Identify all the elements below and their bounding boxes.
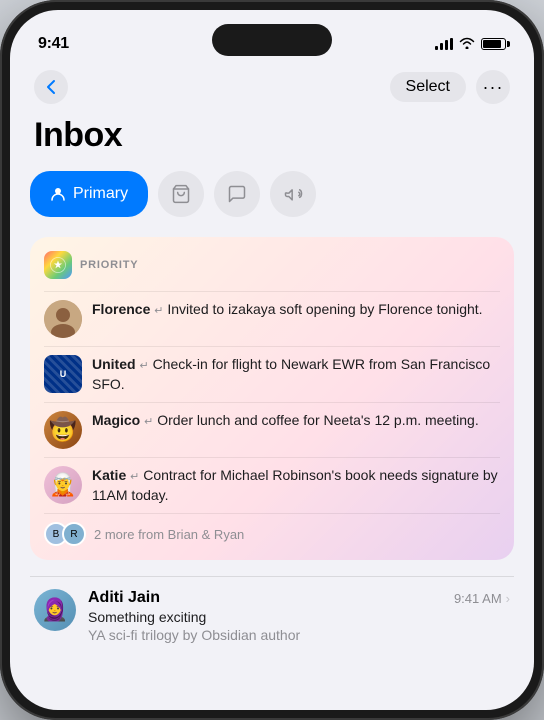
priority-icon (44, 251, 72, 279)
page-title: Inbox (30, 116, 514, 155)
priority-item-magico[interactable]: 🤠 Magico ↵ Order lunch and coffee for Ne… (44, 402, 500, 457)
back-button[interactable] (34, 70, 68, 104)
priority-item-united[interactable]: U United ↵ Check-in for flight to Newark… (44, 346, 500, 402)
tab-shopping[interactable] (158, 171, 204, 217)
category-tabs: Primary (30, 171, 514, 217)
chevron-right-icon: › (506, 591, 510, 606)
battery-icon (481, 38, 506, 50)
status-icons (435, 37, 506, 52)
florence-sender: Florence (92, 301, 150, 317)
aditi-avatar-emoji: 🧕 (41, 597, 68, 623)
reply-indicator-united: ↵ (139, 360, 148, 372)
florence-email-text: Florence ↵ Invited to izakaya soft openi… (92, 300, 500, 320)
avatar-aditi: 🧕 (34, 589, 76, 631)
united-preview: Check-in for flight to Newark EWR from S… (92, 356, 490, 392)
signal-bars-icon (435, 38, 453, 50)
wifi-icon (459, 37, 475, 52)
star-circle-icon (49, 256, 67, 274)
more-from-text: 2 more from Brian & Ryan (94, 527, 244, 542)
reply-indicator-florence: ↵ (154, 305, 163, 317)
brian-initial: B (53, 529, 60, 540)
priority-card: PRIORITY Florence ↵ Invited to (30, 237, 514, 560)
status-time: 9:41 (38, 35, 69, 53)
magico-preview: Order lunch and coffee for Neeta's 12 p.… (157, 412, 478, 428)
united-logo-text: U (60, 369, 67, 379)
aditi-email-header: Aditi Jain 9:41 AM › (88, 589, 510, 607)
primary-tab-label: Primary (73, 185, 128, 203)
katie-email-text: Katie ↵ Contract for Michael Robinson's … (92, 466, 500, 505)
tab-promotions[interactable] (270, 171, 316, 217)
avatar-katie: 🧝 (44, 466, 82, 504)
nav-actions: Select ··· (390, 70, 510, 104)
battery-fill (483, 40, 501, 48)
dynamic-island (212, 24, 332, 56)
more-from-row[interactable]: B R 2 more from Brian & Ryan (44, 513, 500, 550)
bar4 (450, 38, 453, 50)
more-dots-icon: ··· (483, 78, 504, 96)
magico-sender: Magico (92, 412, 140, 428)
bar1 (435, 46, 438, 50)
phone-frame: 9:41 (0, 0, 544, 720)
reply-indicator-magico: ↵ (144, 416, 153, 428)
chat-icon (227, 184, 247, 204)
aditi-time-text: 9:41 AM (454, 591, 502, 606)
avatar-ryan: R (62, 522, 86, 546)
priority-label: PRIORITY (80, 259, 138, 271)
katie-avatar-emoji: 🧝 (49, 472, 76, 498)
katie-sender: Katie (92, 467, 126, 483)
avatar-united: U (44, 355, 82, 393)
back-chevron-icon (46, 79, 56, 95)
select-button[interactable]: Select (390, 72, 466, 102)
avatar-stack: B R (44, 522, 86, 546)
tab-messages[interactable] (214, 171, 260, 217)
magico-email-text: Magico ↵ Order lunch and coffee for Neet… (92, 411, 500, 431)
email-item-aditi[interactable]: 🧕 Aditi Jain 9:41 AM › Something excitin… (30, 576, 514, 655)
phone-screen: 9:41 (10, 10, 534, 710)
megaphone-icon (283, 184, 303, 204)
aditi-email-content: Aditi Jain 9:41 AM › Something exciting … (88, 589, 510, 643)
shopping-cart-icon (171, 184, 191, 204)
reply-indicator-katie: ↵ (130, 471, 139, 483)
bar3 (445, 40, 448, 50)
florence-avatar-img (44, 300, 82, 338)
aditi-sender: Aditi Jain (88, 589, 160, 607)
avatar-florence (44, 300, 82, 338)
app-content: Select ··· Inbox Primary (10, 62, 534, 655)
aditi-subject: Something exciting (88, 609, 510, 625)
united-pattern: U (44, 355, 82, 393)
bar2 (440, 43, 443, 50)
nav-bar: Select ··· (30, 62, 514, 116)
tab-primary[interactable]: Primary (30, 171, 148, 217)
katie-preview: Contract for Michael Robinson's book nee… (92, 467, 498, 503)
florence-preview: Invited to izakaya soft opening by Flore… (167, 301, 482, 317)
magico-avatar-emoji: 🤠 (49, 417, 76, 443)
priority-item-katie[interactable]: 🧝 Katie ↵ Contract for Michael Robinson'… (44, 457, 500, 513)
priority-item-florence[interactable]: Florence ↵ Invited to izakaya soft openi… (44, 291, 500, 346)
more-button[interactable]: ··· (476, 70, 510, 104)
ryan-initial: R (70, 529, 77, 540)
avatar-magico: 🤠 (44, 411, 82, 449)
united-sender: United (92, 356, 136, 372)
person-icon (50, 186, 66, 202)
united-email-text: United ↵ Check-in for flight to Newark E… (92, 355, 500, 394)
priority-header: PRIORITY (44, 251, 500, 279)
aditi-email-time: 9:41 AM › (454, 591, 510, 606)
aditi-preview: YA sci-fi trilogy by Obsidian author (88, 627, 510, 643)
